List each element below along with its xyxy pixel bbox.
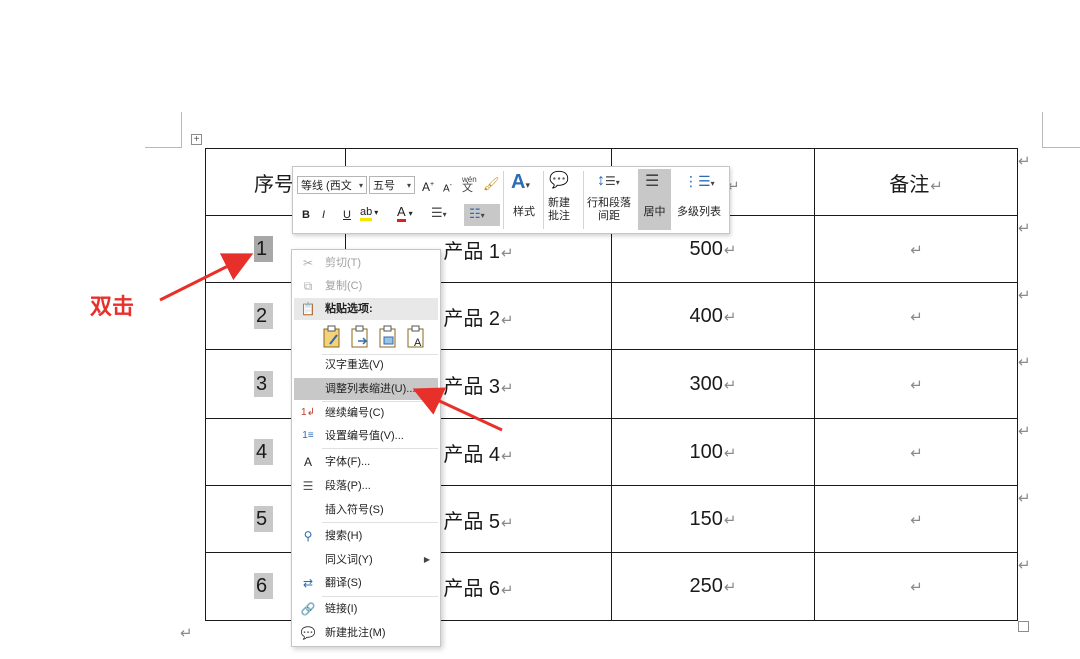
annotation-arrows bbox=[159, 253, 503, 432]
arrow-to-number bbox=[159, 253, 254, 302]
arrow-to-menu-item bbox=[412, 387, 503, 432]
